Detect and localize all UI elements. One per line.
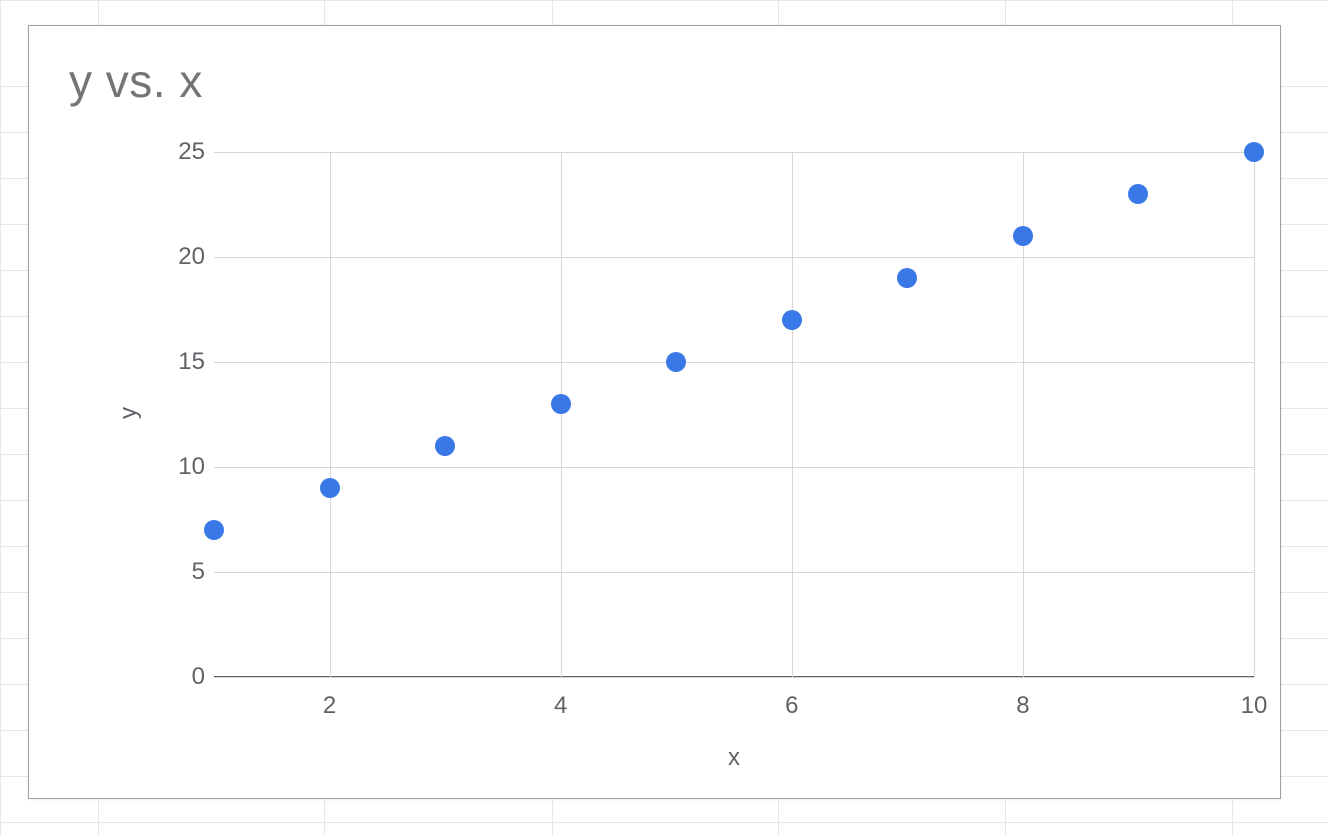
- chart-card[interactable]: y vs. x y x 0 5 10 15 20 25 2 4 6 8 10: [28, 25, 1281, 799]
- chart-hgrid: [214, 572, 1254, 573]
- y-tick-label: 15: [135, 348, 205, 376]
- x-tick-label: 2: [323, 692, 336, 720]
- y-tick-label: 0: [135, 663, 205, 691]
- sheet-row-line: [0, 0, 1328, 1]
- data-point: [897, 268, 917, 288]
- data-point: [204, 520, 224, 540]
- data-point: [320, 478, 340, 498]
- sheet-row-line: [0, 822, 1328, 823]
- chart-hgrid: [214, 467, 1254, 468]
- x-tick-label: 10: [1241, 692, 1268, 720]
- chart-hgrid: [214, 362, 1254, 363]
- chart-title: y vs. x: [69, 54, 203, 108]
- chart-vgrid: [792, 152, 793, 677]
- x-axis-label: x: [728, 744, 740, 771]
- x-tick-label: 6: [785, 692, 798, 720]
- x-tick-label: 8: [1016, 692, 1029, 720]
- sheet-col-line: [0, 0, 1, 835]
- data-point: [435, 436, 455, 456]
- chart-vgrid: [330, 152, 331, 677]
- y-tick-label: 10: [135, 453, 205, 481]
- chart-hgrid: [214, 677, 1254, 678]
- data-point: [782, 310, 802, 330]
- data-point: [1128, 184, 1148, 204]
- x-axis-label-wrap: x: [214, 744, 1254, 772]
- x-tick-label: 4: [554, 692, 567, 720]
- data-point: [1244, 142, 1264, 162]
- data-point: [666, 352, 686, 372]
- y-tick-label: 5: [135, 558, 205, 586]
- y-axis-label: y: [115, 407, 143, 419]
- chart-hgrid: [214, 257, 1254, 258]
- chart-hgrid: [214, 152, 1254, 153]
- y-tick-label: 25: [135, 138, 205, 166]
- chart-vgrid: [561, 152, 562, 677]
- y-tick-label: 20: [135, 243, 205, 271]
- plot-area: [214, 152, 1254, 677]
- chart-vgrid: [1254, 152, 1255, 677]
- data-point: [551, 394, 571, 414]
- data-point: [1013, 226, 1033, 246]
